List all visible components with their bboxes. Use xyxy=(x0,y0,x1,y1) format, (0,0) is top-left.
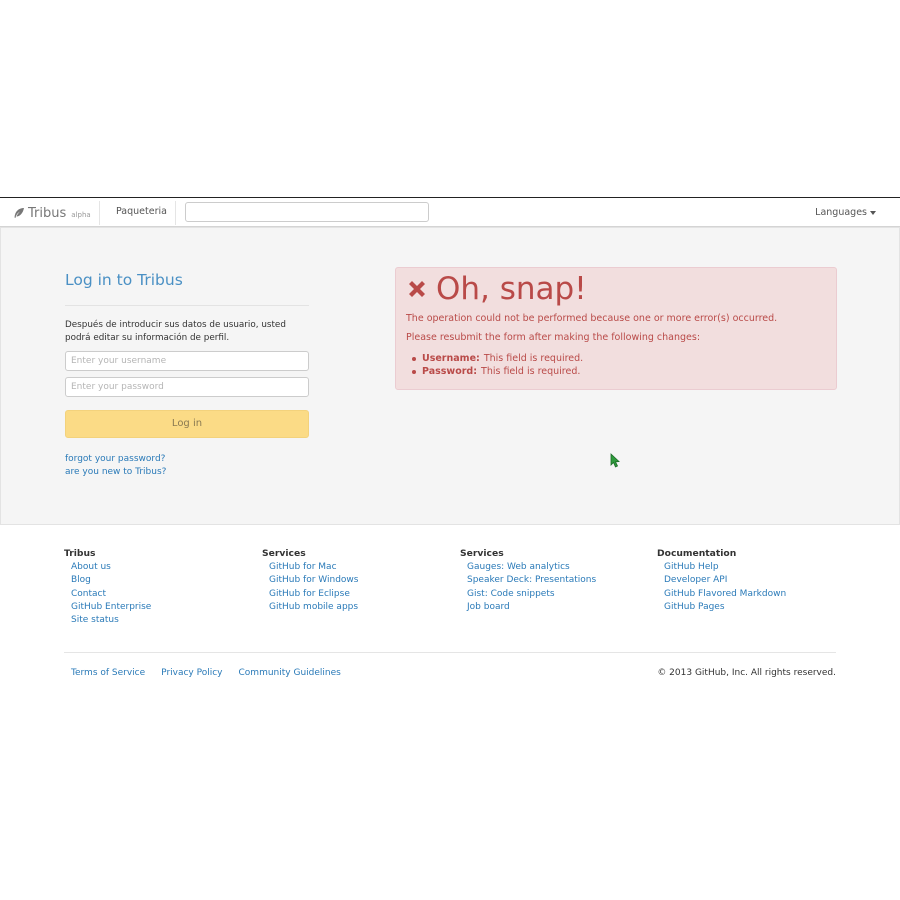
footer-link[interactable]: Site status xyxy=(71,614,151,627)
mouse-cursor-icon xyxy=(610,453,621,471)
footer-heading: Services xyxy=(460,548,504,559)
footer-link[interactable]: GitHub mobile apps xyxy=(269,601,358,614)
error-field-name: Password: xyxy=(422,366,478,377)
error-alert: Oh, snap! The operation could not be per… xyxy=(395,267,837,390)
main-panel: Log in to Tribus Después de introducir s… xyxy=(0,227,900,525)
error-list: Username: This field is required. Passwo… xyxy=(412,352,583,378)
footer-divider xyxy=(64,652,836,653)
footer-link[interactable]: GitHub for Eclipse xyxy=(269,588,358,601)
footer-link[interactable]: GitHub Flavored Markdown xyxy=(664,588,786,601)
error-text: This field is required. xyxy=(483,353,584,364)
footer-column: Documentation GitHub Help Developer API … xyxy=(657,548,786,614)
legal-links: Terms of Service Privacy Policy Communit… xyxy=(71,668,341,678)
bullet xyxy=(412,356,416,361)
navbar: Tribus alpha Paqueteria Languages xyxy=(0,197,900,227)
bullet xyxy=(412,369,416,374)
error-item: Username: This field is required. xyxy=(412,352,583,365)
footer-link[interactable]: Blog xyxy=(71,574,151,587)
nav-divider xyxy=(175,201,176,225)
alert-message: The operation could not be performed bec… xyxy=(406,313,778,324)
footer-links: About us Blog Contact GitHub Enterprise … xyxy=(64,561,151,627)
privacy-link[interactable]: Privacy Policy xyxy=(161,668,222,678)
brand[interactable]: Tribus alpha xyxy=(13,204,91,222)
footer-link[interactable]: Developer API xyxy=(664,574,786,587)
nav-link-paqueteria[interactable]: Paqueteria xyxy=(116,206,167,217)
search-input[interactable] xyxy=(185,202,429,222)
footer-link[interactable]: GitHub Enterprise xyxy=(71,601,151,614)
brand-tag: alpha xyxy=(71,211,91,219)
footer-link[interactable]: Job board xyxy=(467,601,596,614)
footer-link[interactable]: Gist: Code snippets xyxy=(467,588,596,601)
alert-header: Oh, snap! xyxy=(406,271,587,307)
forgot-password-link[interactable]: forgot your password? xyxy=(65,454,165,464)
blank-area xyxy=(0,0,900,197)
footer-heading: Tribus xyxy=(64,548,96,559)
footer-column: Services Gauges: Web analytics Speaker D… xyxy=(460,548,596,614)
footer-link[interactable]: Speaker Deck: Presentations xyxy=(467,574,596,587)
alert-instructions: Please resubmit the form after making th… xyxy=(406,332,701,343)
footer-heading: Documentation xyxy=(657,548,737,559)
username-field[interactable] xyxy=(65,351,309,371)
languages-dropdown[interactable]: Languages xyxy=(815,207,876,218)
footer-links: GitHub for Mac GitHub for Windows GitHub… xyxy=(262,561,358,614)
footer-column: Services GitHub for Mac GitHub for Windo… xyxy=(262,548,358,614)
copyright: © 2013 GitHub, Inc. All rights reserved. xyxy=(657,668,836,678)
login-description: Después de introducir sus datos de usuar… xyxy=(65,320,286,343)
languages-label: Languages xyxy=(815,207,867,218)
guidelines-link[interactable]: Community Guidelines xyxy=(239,668,341,678)
nav-divider xyxy=(99,201,100,225)
terms-link[interactable]: Terms of Service xyxy=(71,668,145,678)
footer-link[interactable]: GitHub Help xyxy=(664,561,786,574)
feather-icon xyxy=(13,207,25,219)
error-field-name: Username: xyxy=(422,353,480,364)
alert-title: Oh, snap! xyxy=(436,271,587,307)
footer-heading: Services xyxy=(262,548,306,559)
footer-link[interactable]: GitHub for Windows xyxy=(269,574,358,587)
password-field[interactable] xyxy=(65,377,309,397)
error-item: Password: This field is required. xyxy=(412,365,583,378)
footer-link[interactable]: Contact xyxy=(71,588,151,601)
close-x-icon xyxy=(406,278,428,300)
login-button[interactable]: Log in xyxy=(65,410,309,438)
footer-links: Gauges: Web analytics Speaker Deck: Pres… xyxy=(460,561,596,614)
footer-link[interactable]: GitHub for Mac xyxy=(269,561,358,574)
footer-link[interactable]: About us xyxy=(71,561,151,574)
login-divider xyxy=(65,305,309,306)
footer-column: Tribus About us Blog Contact GitHub Ente… xyxy=(64,548,151,627)
footer-links: GitHub Help Developer API GitHub Flavore… xyxy=(657,561,786,614)
brand-name: Tribus xyxy=(28,205,67,221)
caret-down-icon xyxy=(870,210,876,215)
new-user-link[interactable]: are you new to Tribus? xyxy=(65,467,166,477)
footer-link[interactable]: Gauges: Web analytics xyxy=(467,561,596,574)
error-text: This field is required. xyxy=(481,366,581,377)
login-title: Log in to Tribus xyxy=(65,271,183,289)
footer-link[interactable]: GitHub Pages xyxy=(664,601,786,614)
